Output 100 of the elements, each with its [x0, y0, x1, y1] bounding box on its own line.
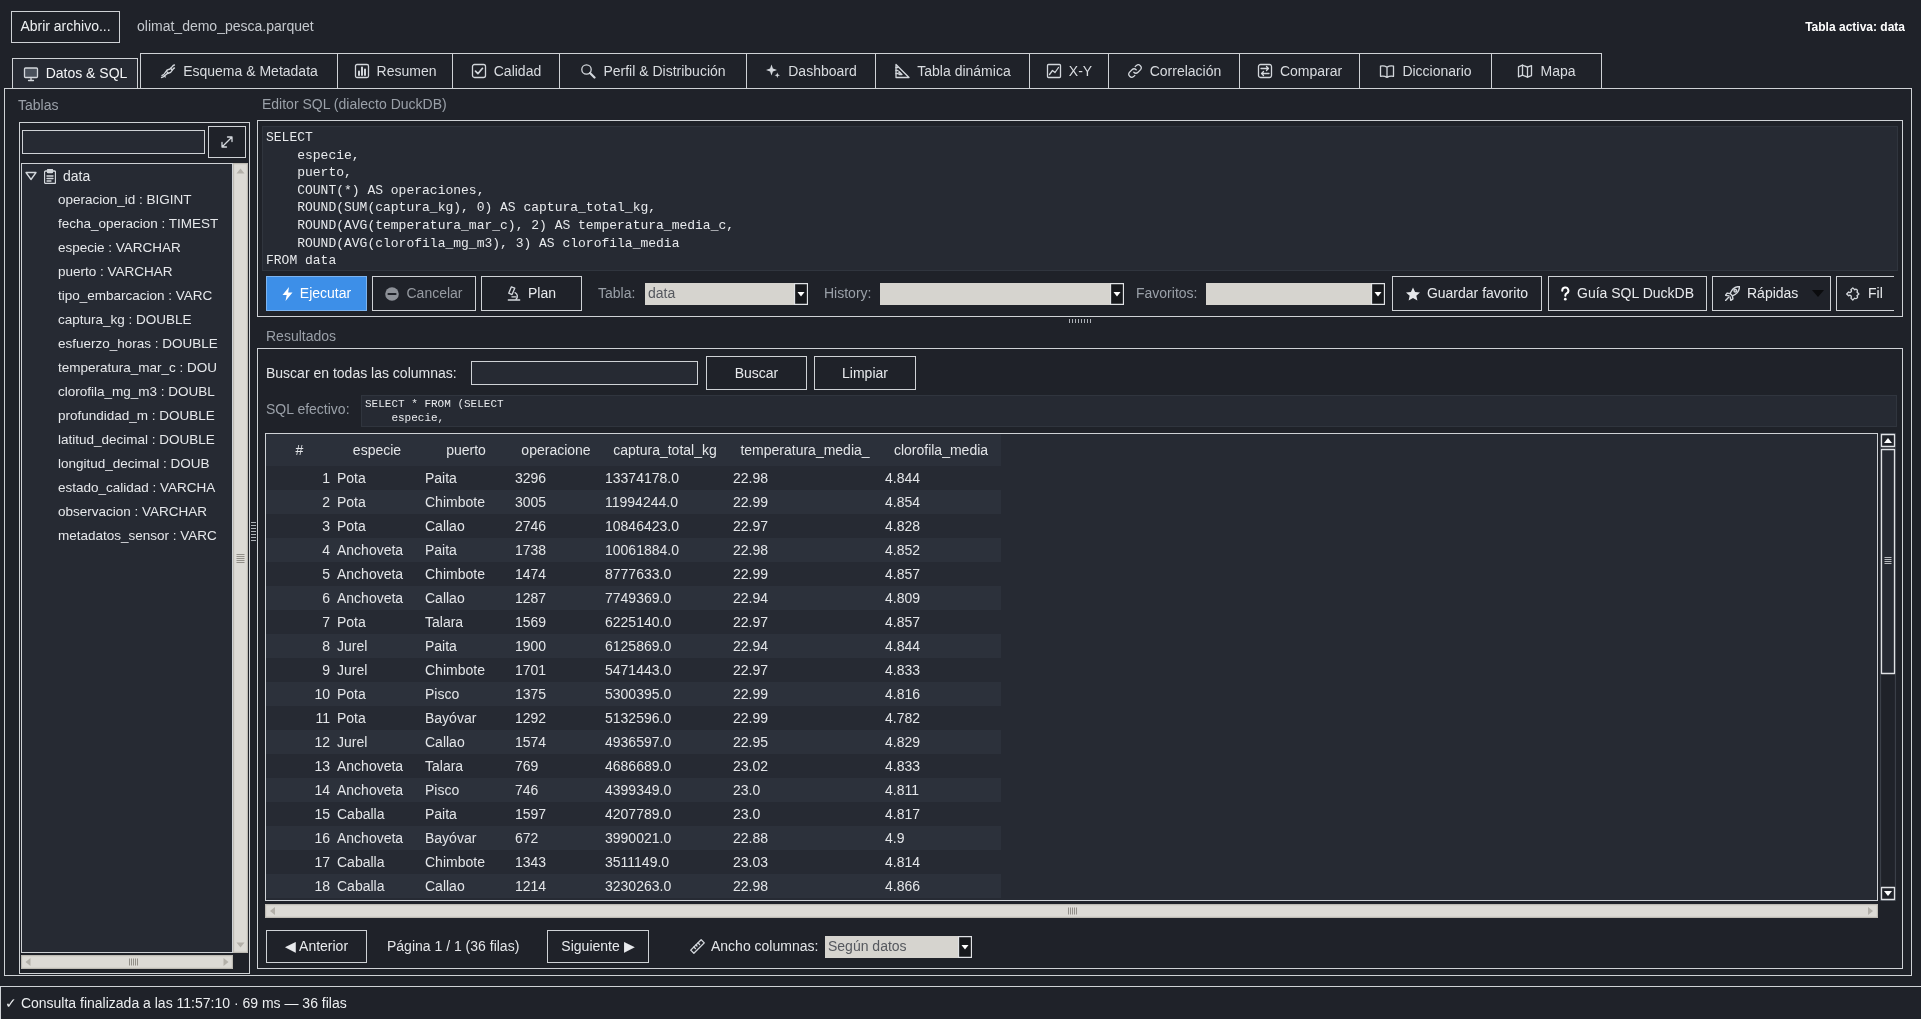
- table-row[interactable]: 14 Anchoveta Pisco 746 4399349.0 23.0 4.811: [266, 778, 1001, 802]
- quick-actions-button[interactable]: Rápidas: [1712, 276, 1831, 311]
- column-header[interactable]: #: [266, 434, 333, 466]
- column-header[interactable]: temperatura_media_: [729, 434, 881, 466]
- tab[interactable]: Resumen: [338, 53, 453, 88]
- tree-item[interactable]: operacion_id : BIGINT: [58, 189, 192, 211]
- table-row[interactable]: 10 Pota Pisco 1375 5300395.0 22.99 4.816: [266, 682, 1001, 706]
- table-cell-text: Pota: [336, 468, 367, 488]
- column-header[interactable]: especie: [333, 434, 421, 466]
- table-cell-text: 4.866: [884, 876, 922, 896]
- tree-item[interactable]: longitud_decimal : DOUB: [58, 453, 210, 475]
- tab[interactable]: Perfil & Distribución: [560, 53, 747, 88]
- guide-button[interactable]: Guía SQL DuckDB: [1548, 276, 1707, 311]
- table-cell-text: 1701: [514, 660, 548, 680]
- tree-item[interactable]: captura_kg : DOUBLE: [58, 309, 192, 331]
- table-row[interactable]: 12 Jurel Callao 1574 4936597.0 22.95 4.829: [266, 730, 1001, 754]
- tree-item[interactable]: tipo_embarcacion : VARC: [58, 285, 213, 307]
- search-field[interactable]: [22, 130, 205, 154]
- table-row[interactable]: 6 Anchoveta Callao 1287 7749369.0 22.94 4.809: [266, 586, 1001, 610]
- table-cell-text: 4.782: [884, 708, 922, 728]
- tree-item[interactable]: data: [63, 165, 91, 187]
- link-icon: [1126, 63, 1143, 79]
- vertical-scrollbar[interactable]: [233, 163, 248, 953]
- table-cell-text: 10061884.0: [604, 540, 680, 560]
- search-field[interactable]: [471, 361, 698, 385]
- table-cell-text: 1375: [514, 684, 548, 704]
- table-cell-text: 1287: [514, 588, 548, 608]
- status-bar: ✓ Consulta finalizada a las 11:57:10 · 69 ms — 36 filas: [0, 986, 1921, 1019]
- dropdown[interactable]: [880, 282, 1124, 305]
- caret-icon[interactable]: [25, 171, 37, 181]
- tab[interactable]: Tabla dinámica: [876, 53, 1030, 88]
- clipboard-icon: [44, 168, 56, 184]
- book-icon: [1379, 63, 1396, 79]
- search-button[interactable]: Buscar: [706, 356, 807, 390]
- row-number: 18: [313, 876, 331, 896]
- tab[interactable]: Datos & SQL: [12, 58, 138, 88]
- table-cell-text: 23.03: [732, 852, 770, 872]
- tab[interactable]: X-Y: [1030, 53, 1109, 88]
- table-row[interactable]: 16 Anchoveta Bayóvar 672 3990021.0 22.88 4.9: [266, 826, 1001, 850]
- row-number: 17: [313, 852, 331, 872]
- save-favorite-button[interactable]: Guardar favorito: [1392, 276, 1542, 311]
- toolbar-button[interactable]: Fil: [1836, 276, 1894, 311]
- column-header[interactable]: puerto: [421, 434, 511, 466]
- table-cell-text: 22.94: [732, 588, 770, 608]
- dropdown[interactable]: data: [645, 282, 808, 305]
- tab[interactable]: Comparar: [1240, 53, 1360, 88]
- line-chart-icon: [1045, 63, 1062, 79]
- column-header[interactable]: clorofila_media: [881, 434, 1001, 466]
- table-cell-text: 4.9: [884, 828, 906, 848]
- tree-item[interactable]: observacion : VARCHAR: [58, 501, 208, 523]
- tab[interactable]: Mapa: [1492, 53, 1602, 88]
- tab[interactable]: Esquema & Metadata: [140, 53, 338, 88]
- table-row[interactable]: 2 Pota Chimbote 3005 11994244.0 22.99 4.854: [266, 490, 1001, 514]
- previous-page-button[interactable]: ◀ Anterior: [266, 930, 367, 963]
- tab[interactable]: Calidad: [453, 53, 560, 88]
- open-file-button[interactable]: Abrir archivo...: [11, 10, 120, 43]
- dropdown[interactable]: [1206, 282, 1385, 305]
- tab[interactable]: Correlación: [1109, 53, 1240, 88]
- table-cell-text: 1292: [514, 708, 548, 728]
- grip-icon[interactable]: [251, 520, 256, 543]
- table-cell-text: 4.811: [884, 780, 920, 800]
- clear-button[interactable]: Limpiar: [814, 356, 916, 390]
- table-cell-text: 4.844: [884, 468, 922, 488]
- table-cell-text: Jurel: [336, 636, 369, 656]
- tree-item[interactable]: latitud_decimal : DOUBLE: [58, 429, 215, 451]
- active-table-label: Tabla activa: data: [1805, 18, 1905, 36]
- horizontal-scrollbar[interactable]: [265, 904, 1878, 918]
- tree-item[interactable]: especie : VARCHAR: [58, 237, 181, 259]
- table-cell-text: Chimbote: [424, 660, 486, 680]
- table-cell-text: 4.833: [884, 756, 922, 776]
- table-cell-text: 3230263.0: [604, 876, 673, 896]
- field-label: Ancho columnas:: [711, 937, 819, 956]
- tree-item[interactable]: esfuerzo_horas : DOUBLE: [58, 333, 218, 355]
- table-row[interactable]: 18 Caballa Callao 1214 3230263.0 22.98 4.866: [266, 874, 1001, 898]
- tab[interactable]: Dashboard: [747, 53, 876, 88]
- column-header[interactable]: captura_total_kg: [601, 434, 729, 466]
- dropdown[interactable]: Según datos: [825, 935, 972, 958]
- tree-item[interactable]: estado_calidad : VARCHA: [58, 477, 216, 499]
- next-page-button[interactable]: Siguiente ▶: [547, 930, 649, 963]
- sql-editor[interactable]: SELECT especie, puerto, COUNT(*) AS operaciones, ROUND(SUM(captura_kg), 0) AS captura_total_kg, ROUND(AVG(temperatura_mar_c), 2) AS temperatura_media_c, ROUND(AVG(clorofila_mg_m3), 3) AS clorofila_media FROM data: [262, 126, 1898, 271]
- table-row[interactable]: 4 Anchoveta Paita 1738 10061884.0 22.98 4.852: [266, 538, 1001, 562]
- tree-item[interactable]: fecha_operacion : TIMEST: [58, 213, 219, 235]
- plan-button[interactable]: Plan: [481, 276, 582, 311]
- expand-button[interactable]: [208, 126, 246, 158]
- vertical-scrollbar[interactable]: [1880, 433, 1896, 901]
- checkbox-icon: [470, 63, 487, 79]
- table-cell-text: 4.852: [884, 540, 922, 560]
- tree-item[interactable]: puerto : VARCHAR: [58, 261, 173, 283]
- row-number: 12: [313, 732, 331, 752]
- tab[interactable]: Diccionario: [1360, 53, 1492, 88]
- tree-item[interactable]: profundidad_m : DOUBLE: [58, 405, 215, 427]
- table-cell-text: 4.829: [884, 732, 922, 752]
- tree-item[interactable]: clorofila_mg_m3 : DOUBL: [58, 381, 215, 403]
- tree-item[interactable]: temperatura_mar_c : DOU: [58, 357, 218, 379]
- tree-item[interactable]: metadatos_sensor : VARC: [58, 525, 217, 547]
- horizontal-scrollbar[interactable]: [21, 955, 233, 969]
- column-header[interactable]: operacione: [511, 434, 601, 466]
- table-row[interactable]: 8 Jurel Paita 1900 6125869.0 22.94 4.844: [266, 634, 1001, 658]
- row-number: 9: [321, 660, 331, 680]
- grip-icon[interactable]: [1069, 318, 1091, 323]
